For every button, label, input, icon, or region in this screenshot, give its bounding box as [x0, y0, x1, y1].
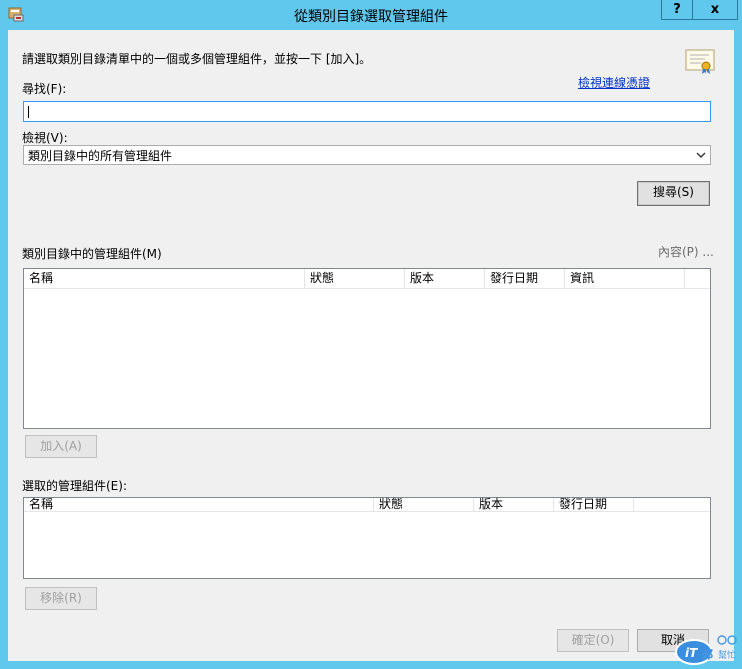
selected-list-header: 名稱 狀態 版本 發行日期: [24, 498, 710, 512]
column-header-name[interactable]: 名稱: [24, 269, 305, 289]
catalog-list-header: 名稱 狀態 版本 發行日期 資訊: [24, 269, 710, 289]
column-header-status[interactable]: 狀態: [374, 498, 474, 512]
column-header-release-date[interactable]: 發行日期: [485, 269, 565, 289]
catalog-packs-label: 類別目錄中的管理組件(M): [22, 247, 162, 261]
column-header-name[interactable]: 名稱: [24, 498, 374, 512]
svg-text:邦: 邦: [702, 647, 713, 661]
catalog-packs-list[interactable]: 名稱 狀態 版本 發行日期 資訊: [23, 268, 711, 429]
column-header-version[interactable]: 版本: [405, 269, 485, 289]
view-selected-value: 類別目錄中的所有管理組件: [28, 149, 173, 163]
search-input[interactable]: [23, 101, 711, 122]
column-header-release-date[interactable]: 發行日期: [554, 498, 634, 512]
selected-packs-list[interactable]: 名稱 狀態 版本 發行日期: [23, 497, 711, 579]
chevron-down-icon: [696, 152, 706, 158]
help-button[interactable]: ?: [661, 0, 693, 20]
certificate-icon: [685, 49, 715, 74]
search-button[interactable]: 搜尋(S): [637, 181, 710, 206]
dialog-window: 從類別目錄選取管理組件 ? x 請選取類別目錄清單中的一個或多個管理組件，並按一…: [0, 0, 742, 669]
title-bar[interactable]: 從類別目錄選取管理組件 ? x: [0, 0, 742, 30]
svg-text:幫忙: 幫忙: [718, 649, 736, 661]
watermark-logo: iT 邦 幫忙: [675, 635, 737, 665]
instructions-text: 請選取類別目錄清單中的一個或多個管理組件，並按一下 [加入]。: [22, 52, 372, 66]
selected-packs-label: 選取的管理組件(E):: [22, 479, 127, 493]
close-button[interactable]: x: [692, 0, 738, 20]
window-title: 從類別目錄選取管理組件: [294, 9, 448, 25]
dialog-body: 請選取類別目錄清單中的一個或多個管理組件，並按一下 [加入]。 檢視連線憑證 尋…: [8, 30, 734, 661]
view-select[interactable]: 類別目錄中的所有管理組件: [23, 145, 711, 165]
svg-text:iT: iT: [685, 646, 698, 660]
ok-button[interactable]: 確定(O): [557, 629, 629, 652]
text-caret: [28, 106, 29, 118]
column-header-info[interactable]: 資訊: [565, 269, 685, 289]
search-label: 尋找(F):: [22, 82, 67, 96]
column-header-status[interactable]: 狀態: [305, 269, 405, 289]
add-button[interactable]: 加入(A): [25, 435, 97, 458]
properties-button[interactable]: 內容(P) ...: [658, 243, 714, 260]
remove-button[interactable]: 移除(R): [25, 587, 97, 610]
view-label: 檢視(V):: [22, 131, 68, 145]
view-credentials-link[interactable]: 檢視連線憑證: [578, 74, 650, 91]
column-header-version[interactable]: 版本: [474, 498, 554, 512]
